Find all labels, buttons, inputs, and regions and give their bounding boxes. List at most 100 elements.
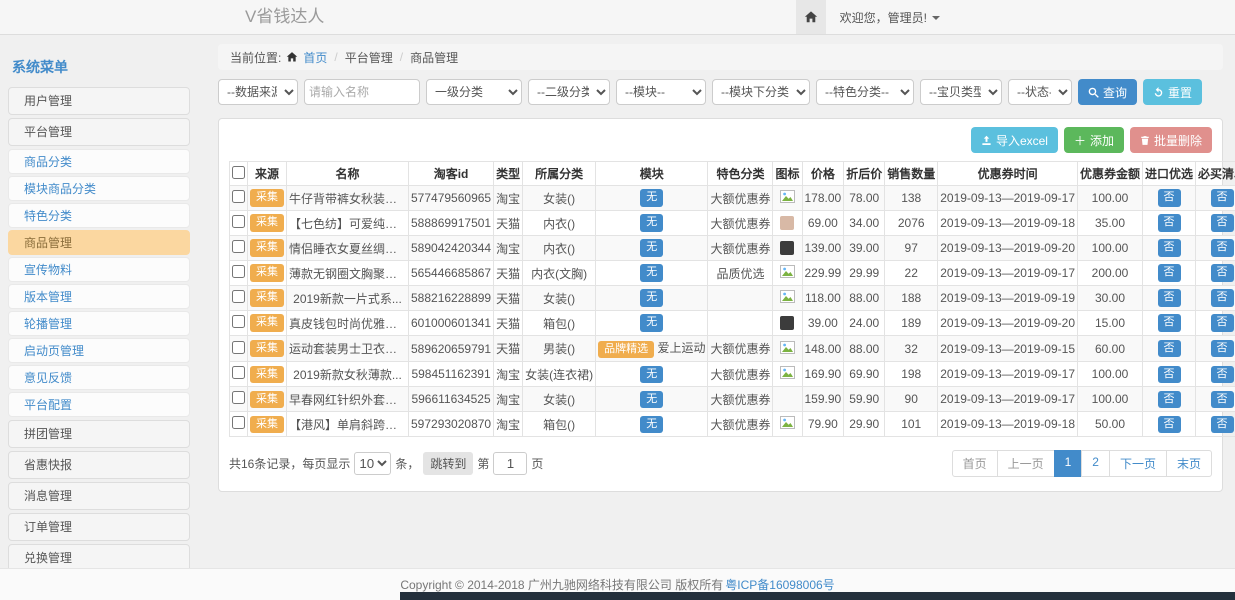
pager-1[interactable]: 1 (1054, 450, 1083, 477)
filter-select-状态[interactable]: --状态-- (1008, 79, 1072, 105)
icp-link[interactable]: 粤ICP备16098006号 (725, 576, 834, 593)
import-select-toggle[interactable]: 否 (1158, 239, 1181, 256)
batch-delete-button[interactable]: 批量删除 (1130, 127, 1212, 153)
source-cell: 采集 (248, 336, 287, 362)
source-badge: 采集 (250, 314, 284, 331)
pager-下一页[interactable]: 下一页 (1109, 450, 1167, 477)
sidebar-subitem-轮播管理[interactable]: 轮播管理 (8, 311, 190, 336)
sidebar-subitem-商品管理[interactable]: 商品管理 (8, 230, 190, 255)
filter-select-宝贝类型[interactable]: --宝贝类型-- (920, 79, 1002, 105)
must-buy-toggle[interactable]: 否 (1211, 391, 1234, 408)
sales-count-cell: 22 (885, 261, 938, 286)
broken-image-icon (780, 341, 795, 354)
sidebar-subitem-特色分类[interactable]: 特色分类 (8, 203, 190, 228)
filter-select-模块下分类[interactable]: --模块下分类-- (712, 79, 810, 105)
pager-2[interactable]: 2 (1081, 450, 1110, 477)
row-checkbox[interactable] (232, 190, 245, 203)
import-select-toggle[interactable]: 否 (1158, 264, 1181, 281)
row-checkbox[interactable] (232, 366, 245, 379)
sidebar-item-消息管理[interactable]: 消息管理 (8, 482, 190, 510)
filter-select-二级分类[interactable]: --二级分类-- (528, 79, 610, 105)
module-none-badge[interactable]: 无 (640, 214, 663, 231)
sidebar-item-用户管理[interactable]: 用户管理 (8, 87, 190, 115)
sidebar-subitem-版本管理[interactable]: 版本管理 (8, 284, 190, 309)
module-none-badge[interactable]: 无 (640, 391, 663, 408)
filter-select-数据来源[interactable]: --数据来源-- (218, 79, 298, 105)
import-select-toggle[interactable]: 否 (1158, 289, 1181, 306)
must-buy-toggle[interactable]: 否 (1211, 239, 1234, 256)
sidebar-item-省惠快报[interactable]: 省惠快报 (8, 451, 190, 479)
row-checkbox[interactable] (232, 416, 245, 429)
goods-thumbnail (780, 316, 794, 330)
main-content: 当前位置: 首页 / 平台管理 / 商品管理 --数据来源--一级分类--二级分… (218, 44, 1223, 492)
user-menu[interactable]: 欢迎您，管理员! (840, 9, 940, 26)
module-badge[interactable]: 品牌精选 (598, 341, 654, 358)
must-buy-toggle[interactable]: 否 (1211, 416, 1234, 433)
module-none-badge[interactable]: 无 (640, 264, 663, 281)
filter-select-一级分类[interactable]: 一级分类 (426, 79, 522, 105)
must-buy-toggle[interactable]: 否 (1211, 340, 1234, 357)
coupon-amount-cell: 100.00 (1078, 362, 1143, 387)
sidebar-subitem-意见反馈[interactable]: 意见反馈 (8, 365, 190, 390)
module-none-badge[interactable]: 无 (640, 314, 663, 331)
add-button-label: 添加 (1090, 132, 1114, 149)
name-search-input[interactable] (304, 79, 420, 105)
sidebar-subitem-启动页管理[interactable]: 启动页管理 (8, 338, 190, 363)
row-checkbox[interactable] (232, 215, 245, 228)
jump-to-button[interactable]: 跳转到 (423, 452, 473, 475)
module-cell: 无 (596, 362, 708, 387)
row-checkbox[interactable] (232, 315, 245, 328)
per-page-select[interactable]: 10 (354, 452, 391, 475)
row-checkbox[interactable] (232, 391, 245, 404)
column-header-进口优选: 进口优选 (1143, 162, 1196, 186)
reset-button[interactable]: 重置 (1143, 79, 1202, 105)
feature-category-cell: 大额优惠券 (708, 336, 773, 362)
row-checkbox[interactable] (232, 240, 245, 253)
add-button[interactable]: ＋ 添加 (1064, 127, 1124, 153)
must-buy-toggle[interactable]: 否 (1211, 189, 1234, 206)
import-select-toggle[interactable]: 否 (1158, 416, 1181, 433)
filter-select-模块[interactable]: --模块-- (616, 79, 706, 105)
sidebar-subitem-宣传物料[interactable]: 宣传物料 (8, 257, 190, 282)
page-number-input[interactable] (493, 452, 527, 475)
module-none-badge[interactable]: 无 (640, 289, 663, 306)
must-buy-toggle[interactable]: 否 (1211, 314, 1234, 331)
sidebar-item-订单管理[interactable]: 订单管理 (8, 513, 190, 541)
import-excel-button[interactable]: 导入excel (971, 127, 1058, 153)
import-select-toggle[interactable]: 否 (1158, 366, 1181, 383)
must-buy-toggle[interactable]: 否 (1211, 214, 1234, 231)
home-button[interactable] (796, 0, 826, 34)
search-button[interactable]: 查询 (1078, 79, 1137, 105)
table-row: 采集早春网红针织外套女春...596611634525淘宝女装()无大额优惠券1… (230, 387, 1235, 412)
sidebar-subitem-模块商品分类[interactable]: 模块商品分类 (8, 176, 190, 201)
module-none-badge[interactable]: 无 (640, 416, 663, 433)
import-select-toggle[interactable]: 否 (1158, 214, 1181, 231)
module-none-badge[interactable]: 无 (640, 366, 663, 383)
must-buy-toggle[interactable]: 否 (1211, 289, 1234, 306)
filter-select-特色分类[interactable]: --特色分类-- (816, 79, 914, 105)
row-checkbox[interactable] (232, 265, 245, 278)
breadcrumb-home-link[interactable]: 首页 (303, 49, 327, 66)
pager-末页[interactable]: 末页 (1166, 450, 1212, 477)
sidebar-subitem-商品分类[interactable]: 商品分类 (8, 149, 190, 174)
must-buy-toggle[interactable]: 否 (1211, 264, 1234, 281)
column-header-来源: 来源 (248, 162, 287, 186)
module-none-badge[interactable]: 无 (640, 239, 663, 256)
sidebar-item-拼团管理[interactable]: 拼团管理 (8, 420, 190, 448)
module-none-badge[interactable]: 无 (640, 189, 663, 206)
pager-首页[interactable]: 首页 (952, 450, 998, 477)
row-checkbox[interactable] (232, 290, 245, 303)
sidebar-subitem-平台配置[interactable]: 平台配置 (8, 392, 190, 417)
row-checkbox[interactable] (232, 341, 245, 354)
must-buy-toggle[interactable]: 否 (1211, 366, 1234, 383)
pager-上一页[interactable]: 上一页 (997, 450, 1055, 477)
import-select-toggle[interactable]: 否 (1158, 189, 1181, 206)
welcome-text: 欢迎您，管理员! (840, 11, 927, 25)
select-all-checkbox[interactable] (232, 166, 245, 179)
import-select-toggle[interactable]: 否 (1158, 391, 1181, 408)
icon-cell (773, 261, 802, 286)
sidebar-item-平台管理[interactable]: 平台管理 (8, 118, 190, 146)
import-select-toggle[interactable]: 否 (1158, 340, 1181, 357)
source-badge: 采集 (250, 189, 284, 206)
import-select-toggle[interactable]: 否 (1158, 314, 1181, 331)
